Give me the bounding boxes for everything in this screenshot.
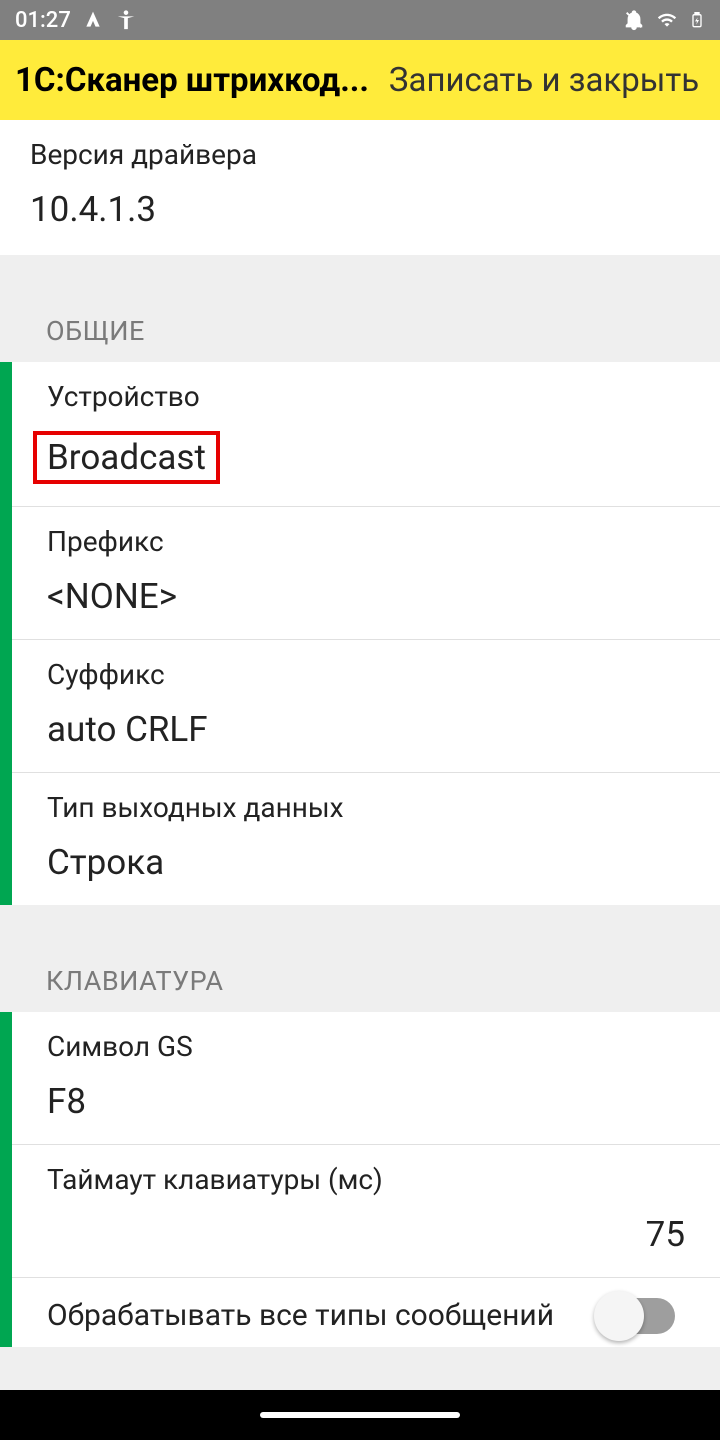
setting-gs-symbol-value: F8: [47, 1081, 685, 1122]
section-header-keyboard: КЛАВИАТУРА: [0, 905, 720, 1012]
section-general: Устройство Broadcast Префикс <NONE> Суфф…: [0, 362, 720, 905]
accessibility-icon: [115, 9, 137, 31]
setting-prefix-label: Префикс: [47, 525, 685, 558]
setting-timeout[interactable]: Таймаут клавиатуры (мс) 75: [12, 1145, 720, 1278]
setting-gs-symbol-label: Символ GS: [47, 1030, 685, 1063]
battery-charging-icon: [689, 9, 705, 31]
driver-version-label: Версия драйвера: [30, 138, 690, 171]
setting-prefix-value: <NONE>: [47, 576, 685, 617]
setting-suffix[interactable]: Суффикс auto CRLF: [12, 640, 720, 773]
setting-device-label: Устройство: [47, 380, 685, 413]
setting-timeout-value: 75: [47, 1214, 685, 1255]
section-keyboard: Символ GS F8 Таймаут клавиатуры (мс) 75 …: [0, 1012, 720, 1347]
setting-process-all[interactable]: Обрабатывать все типы сообщений: [12, 1278, 720, 1347]
status-time: 01:27: [15, 8, 71, 33]
setting-device[interactable]: Устройство Broadcast: [12, 362, 720, 507]
driver-version-block: Версия драйвера 10.4.1.3: [0, 120, 720, 255]
content-area: Версия драйвера 10.4.1.3 ОБЩИЕ Устройств…: [0, 120, 720, 1390]
navigation-bar: [0, 1390, 720, 1440]
notification-off-icon: [623, 9, 645, 31]
setting-device-value: Broadcast: [33, 431, 220, 484]
setting-output-type-value: Строка: [47, 842, 685, 883]
status-right: [623, 9, 705, 31]
section-header-general: ОБЩИЕ: [0, 255, 720, 362]
toggle-switch[interactable]: [595, 1298, 675, 1334]
setting-suffix-value: auto CRLF: [47, 709, 685, 750]
setting-output-type-label: Тип выходных данных: [47, 791, 685, 824]
setting-output-type[interactable]: Тип выходных данных Строка: [12, 773, 720, 905]
driver-version-value: 10.4.1.3: [30, 189, 690, 230]
status-left: 01:27: [15, 8, 137, 33]
setting-process-all-label: Обрабатывать все типы сообщений: [47, 1296, 595, 1337]
wifi-icon: [655, 10, 679, 30]
setting-suffix-label: Суффикс: [47, 658, 685, 691]
artrix-icon: [83, 10, 103, 30]
status-bar: 01:27: [0, 0, 720, 40]
setting-timeout-label: Таймаут клавиатуры (мс): [47, 1163, 685, 1196]
toggle-knob: [594, 1291, 644, 1341]
save-and-close-button[interactable]: Записать и закрыть: [389, 61, 699, 100]
app-header: 1С:Сканер штрихкод... Записать и закрыть: [0, 40, 720, 120]
app-title: 1С:Сканер штрихкод...: [15, 61, 369, 100]
setting-prefix[interactable]: Префикс <NONE>: [12, 507, 720, 640]
setting-gs-symbol[interactable]: Символ GS F8: [12, 1012, 720, 1145]
home-handle[interactable]: [260, 1412, 460, 1418]
